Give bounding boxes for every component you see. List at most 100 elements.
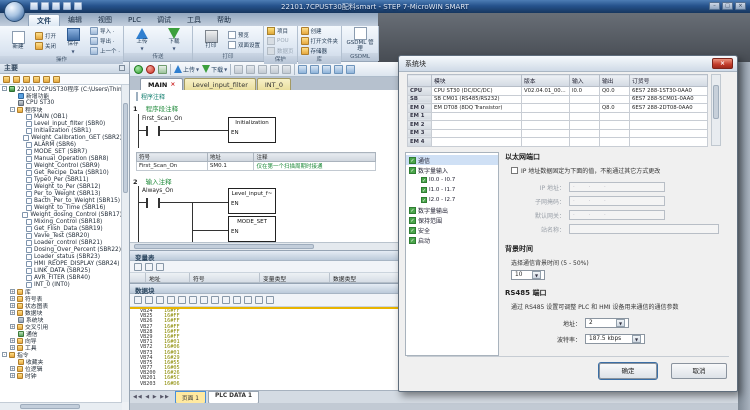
settings-tree-item-数字量输出[interactable]: ✓数字量输出 — [406, 205, 498, 215]
close-icon[interactable]: × — [170, 81, 175, 88]
down-icon[interactable] — [156, 296, 164, 304]
insert-network-icon[interactable] — [298, 65, 307, 74]
tree-item[interactable]: Level_input_filter (SBR0) — [0, 120, 122, 127]
expand-toggle-icon[interactable]: + — [10, 345, 15, 350]
expand-toggle-icon[interactable]: - — [2, 86, 7, 91]
column-header-符号[interactable]: 符号 — [190, 273, 260, 282]
chevron-down-icon[interactable]: ▼ — [632, 335, 641, 343]
tree-item[interactable]: +库 — [0, 288, 122, 295]
expand-toggle-icon[interactable]: + — [10, 373, 15, 378]
module-table-scrollbar[interactable] — [711, 74, 721, 146]
settings-tree-item-I2.0 - I2.7[interactable]: ✓I2.0 - I2.7 — [406, 195, 498, 205]
rs485-baud-select[interactable]: 187.5 kbps ▼ — [585, 334, 645, 344]
module-table-row[interactable]: EM 1 — [408, 112, 708, 121]
tree-item[interactable]: Vavle_Test (SBR20) — [0, 232, 122, 239]
ribbon-button-导入[interactable]: 导入 · — [90, 27, 120, 35]
tree-item[interactable]: AVR_FITER (SBR40) — [0, 274, 122, 281]
tree-item[interactable]: 新增功能 — [0, 92, 122, 99]
ribbon-button-双面设置[interactable]: 双面设置 — [228, 41, 260, 49]
tree-item[interactable]: MAIN (OB1) — [0, 113, 122, 120]
tree-item[interactable]: +数据块 — [0, 309, 122, 316]
expand-toggle-icon[interactable]: + — [10, 338, 15, 343]
settings-tree-item-启动[interactable]: ✓启动 — [406, 235, 498, 245]
compile-icon[interactable] — [158, 65, 167, 74]
help-icon[interactable] — [266, 296, 274, 304]
ribbon-button-保存[interactable]: 保存▼ — [58, 28, 88, 54]
expand-toggle-icon[interactable]: + — [10, 324, 15, 329]
stop-icon[interactable] — [146, 65, 155, 74]
column-header-变量类型[interactable]: 变量类型 — [260, 273, 330, 282]
tree-tool-5-icon[interactable] — [43, 76, 50, 83]
expand-toggle-icon[interactable]: + — [10, 366, 15, 371]
module-table-row[interactable]: EM 0EM DT08 (8DQ Transistor)Q8.06ES7 288… — [408, 104, 708, 113]
tree-item[interactable]: +向导 — [0, 337, 122, 344]
tree-item[interactable]: MODE_SET (SBR7) — [0, 148, 122, 155]
settings-tree-item-安全[interactable]: ✓安全 — [406, 225, 498, 235]
program-comment[interactable]: 程序注释 — [136, 92, 165, 101]
page-icon[interactable] — [244, 296, 252, 304]
run-icon[interactable] — [134, 65, 143, 74]
tree-item[interactable]: Weight_to_Time (SBR16) — [0, 204, 122, 211]
tree-item[interactable]: Dosing_Over_Percent (SBR22) — [0, 246, 122, 253]
tree-item[interactable]: HMI_REOPE_DISPLAY (SBR24) — [0, 260, 122, 267]
contact-label[interactable]: First_Scan_On — [142, 116, 182, 122]
tree-item[interactable]: 收藏夹 — [0, 358, 122, 365]
tree-item[interactable]: Mixing_Control (SBR18) — [0, 218, 122, 225]
settings-tree-item-通信[interactable]: ✓通信 — [406, 155, 498, 165]
delete-network-icon[interactable] — [310, 65, 319, 74]
symbol-table-row[interactable]: First_Scan_OnSM0.1仅在第一个扫描周期时接通 — [137, 162, 376, 171]
module-table-row[interactable]: EM 4 — [408, 138, 708, 147]
undo-icon[interactable] — [200, 296, 208, 304]
ribbon-button-项目[interactable]: 项目 — [267, 27, 294, 35]
menu-tab-调试[interactable]: 调试 — [149, 14, 179, 26]
tree-tool-6-icon[interactable] — [53, 76, 60, 83]
tree-item[interactable]: -程序块 — [0, 106, 122, 113]
ribbon-button-新建[interactable]: 新建 — [3, 31, 33, 51]
tree-item[interactable]: +符号表 — [0, 295, 122, 302]
page-nav-arrows[interactable]: ◀◀ ◀ ▶ ▶▶ — [133, 394, 170, 400]
minimize-button[interactable]: – — [709, 2, 720, 10]
editor-tab-INT_0[interactable]: INT_0 — [257, 78, 291, 90]
tree-horizontal-scrollbar[interactable] — [0, 402, 122, 410]
ribbon-button-上传[interactable]: 上传▼ — [127, 28, 157, 52]
menu-tab-工具[interactable]: 工具 — [179, 14, 209, 26]
subroutine-box[interactable]: Level_input_f~ EN — [228, 188, 276, 214]
ribbon-button-预览[interactable]: 预览 — [228, 31, 260, 39]
expand-toggle-icon[interactable]: + — [10, 296, 15, 301]
tree-item[interactable]: Get_Flish_Data (SBR19) — [0, 225, 122, 232]
upload-button[interactable]: 上传▼ — [174, 65, 199, 74]
module-table-row[interactable]: SBSB CM01 (RS485/RS232)6ES7 288-5CM01-0A… — [408, 95, 708, 104]
expand-toggle-icon[interactable]: + — [10, 310, 15, 315]
expand-toggle-icon[interactable]: + — [10, 303, 15, 308]
permission-icon[interactable] — [255, 296, 263, 304]
no-contact[interactable] — [146, 126, 160, 136]
insert-icon[interactable] — [222, 296, 230, 304]
tree-item[interactable]: Weight_Calibration_GET (SBR2) — [0, 134, 122, 141]
tree-item[interactable]: LINK_DATA (SBR25) — [0, 267, 122, 274]
ribbon-button-下载[interactable]: 下载▼ — [159, 28, 189, 52]
module-table-row[interactable]: CPUCPU ST30 (DC/DC/DC)V02.04.01_00...I0.… — [408, 87, 708, 96]
options-icon[interactable] — [346, 65, 355, 74]
network-comment[interactable]: 程序段注释 — [146, 105, 179, 113]
tree-item[interactable]: Type0_Per (SBR11) — [0, 176, 122, 183]
tree-item[interactable]: -指令 — [0, 351, 122, 358]
goto-icon[interactable] — [334, 65, 343, 74]
column-header-数据类型[interactable]: 数据类型 — [330, 273, 400, 282]
tree-tool-3-icon[interactable] — [23, 76, 30, 83]
data-page-tab-页面 1[interactable]: 页面 1 — [175, 391, 206, 404]
paste-icon[interactable] — [189, 296, 197, 304]
dialog-title-bar[interactable]: 系统块 × — [399, 56, 737, 72]
settings-tree-item-数字量输入[interactable]: ✓数字量输入 — [406, 165, 498, 175]
module-table-row[interactable]: EM 3 — [408, 129, 708, 138]
settings-tree-item-I0.0 - I0.7[interactable]: ✓I0.0 - I0.7 — [406, 175, 498, 185]
tree-vertical-scrollbar[interactable] — [121, 85, 129, 402]
menu-tab-文件[interactable]: 文件 — [28, 14, 60, 26]
tree-tool-2-icon[interactable] — [13, 76, 20, 83]
editor-tab-Level_input_filter[interactable]: Level_input_filter — [184, 78, 256, 90]
paste-icon[interactable] — [156, 263, 164, 271]
tree-item[interactable]: Weight_Control (SBR9) — [0, 162, 122, 169]
tree-item[interactable]: Weight_dosing_Control (SBR17) — [0, 211, 122, 218]
settings-tree-item-I1.0 - I1.7[interactable]: ✓I1.0 - I1.7 — [406, 185, 498, 195]
bookmark-icon[interactable] — [322, 65, 331, 74]
tree-item[interactable]: Get_Recipe_Data (SBR10) — [0, 169, 122, 176]
